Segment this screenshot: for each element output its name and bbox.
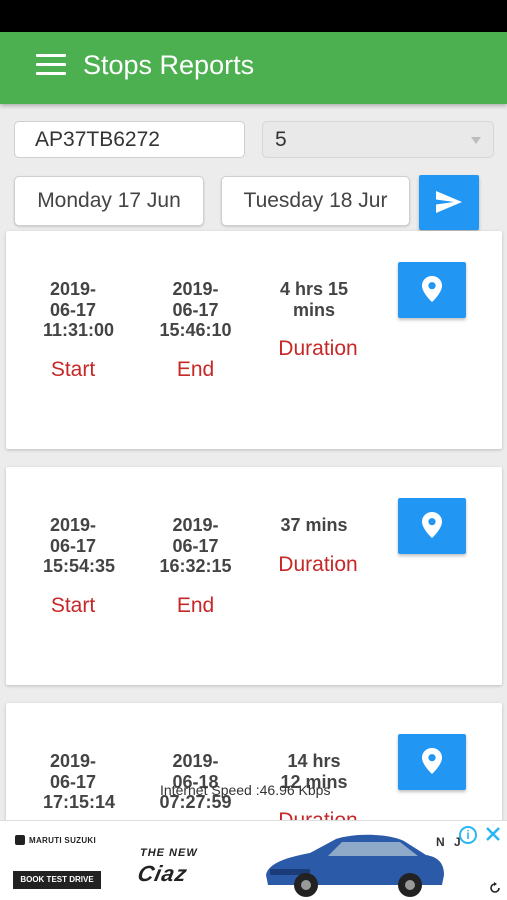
duration-value: 37 mins [268, 515, 360, 536]
start-date-line: 2019- [49, 279, 97, 299]
submit-button[interactable] [419, 175, 479, 230]
start-datetime: 2019- 06-17 15:54:35 [43, 515, 116, 577]
start-time: 11:31:00 [43, 320, 115, 340]
ad-model-name: Ciaz [135, 861, 191, 886]
replay-icon[interactable] [489, 882, 501, 894]
end-time: 16:32:15 [159, 556, 232, 576]
page-title: Stops Reports [83, 50, 255, 80]
start-label: Start [50, 594, 96, 617]
end-label: End [176, 594, 215, 617]
app-bar: Stops Reports [0, 32, 507, 104]
min-stop-value: 5 [275, 128, 287, 151]
book-test-drive-button[interactable]: BOOK TEST DRIVE [13, 871, 101, 889]
end-date-line: 06-17 [172, 535, 219, 556]
start-time: 15:54:35 [43, 556, 116, 576]
hamburger-menu-icon[interactable] [36, 54, 66, 76]
duration-line: 4 hrs 15 [279, 279, 349, 299]
ad-brand: MARUTI SUZUKI [15, 835, 96, 845]
ad-banner[interactable]: MARUTI SUZUKI BOOK TEST DRIVE THE NEW Ci… [0, 820, 507, 900]
start-datetime: 2019- 06-17 17:15:14 [43, 751, 116, 813]
start-date-line: 06-17 [49, 771, 97, 792]
location-pin-icon [422, 276, 442, 302]
start-datetime: 2019- 06-17 11:31:00 [43, 279, 115, 341]
duration-line: 14 hrs [287, 751, 341, 771]
duration-line: 37 mins [280, 515, 348, 535]
internet-speed-overlay: Internet Speed :46.96 Kbps [160, 782, 331, 798]
ad-info-icon[interactable]: i [459, 826, 477, 844]
car-image-icon [266, 834, 444, 897]
ad-tagline: THE NEW [140, 847, 198, 859]
stop-card: 2019- 06-17 11:31:00 Start 2019- 06-17 1… [6, 231, 502, 449]
end-datetime: 2019- 06-17 15:46:10 [158, 279, 233, 341]
min-stop-select[interactable]: 5 [262, 121, 494, 158]
status-bar [0, 0, 507, 32]
stop-card: 2019- 06-17 15:54:35 Start 2019- 06-17 1… [6, 467, 502, 685]
vehicle-input[interactable]: AP37TB6272 [14, 121, 245, 158]
brand-logo-icon [15, 835, 25, 845]
start-date-line: 06-17 [49, 299, 97, 320]
end-label: End [176, 358, 215, 381]
start-date-line: 2019- [49, 515, 97, 535]
send-icon [436, 191, 462, 213]
start-date-line: 06-17 [49, 535, 97, 556]
from-date-button[interactable]: Monday 17 Jun [14, 176, 204, 226]
start-time: 17:15:14 [43, 792, 116, 812]
end-time: 15:46:10 [159, 320, 232, 340]
duration-label: Duration [278, 553, 358, 576]
ad-brand-text: MARUTI SUZUKI [29, 836, 97, 845]
end-datetime: 2019- 06-17 16:32:15 [158, 515, 233, 577]
duration-label: Duration [278, 337, 358, 360]
duration-value: 4 hrs 15 mins [268, 279, 360, 320]
end-date-line: 06-17 [172, 299, 219, 320]
end-date-line: 2019- [172, 279, 219, 299]
end-date-line: 2019- [172, 515, 219, 535]
map-location-button[interactable] [398, 498, 466, 554]
end-date-line: 2019- [172, 751, 219, 771]
duration-line: mins [292, 299, 335, 320]
location-pin-icon [422, 748, 442, 774]
to-date-button[interactable]: Tuesday 18 Jur [221, 176, 410, 226]
map-location-button[interactable] [398, 262, 466, 318]
start-label: Start [50, 358, 96, 381]
dropdown-arrow-icon [471, 137, 481, 144]
map-location-button[interactable] [398, 734, 466, 790]
start-date-line: 2019- [49, 751, 97, 771]
location-pin-icon [422, 512, 442, 538]
close-icon[interactable] [483, 824, 503, 844]
